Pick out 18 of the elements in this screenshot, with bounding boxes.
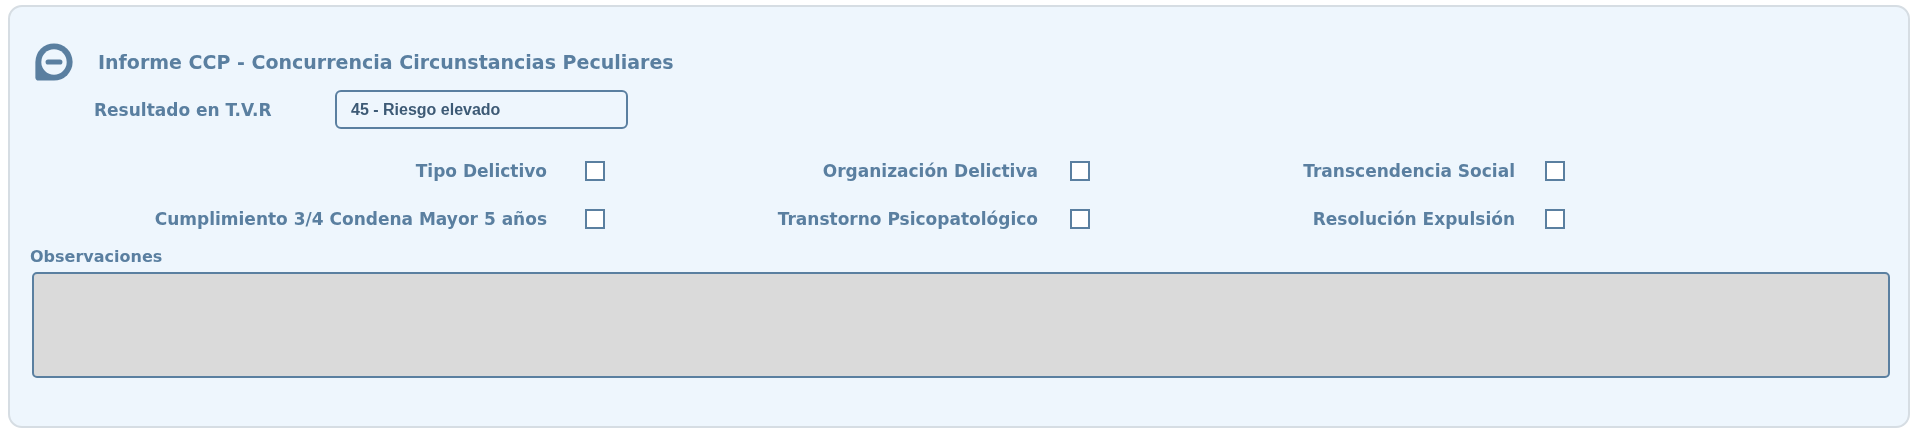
observations-field[interactable] [32,272,1890,378]
checkbox[interactable] [585,161,605,181]
checkbox[interactable] [1070,161,1090,181]
checkbox-label: Resolución Expulsión [1312,209,1515,229]
checkbox-label: Tipo Delictivo [415,161,547,181]
checkbox[interactable] [1545,209,1565,229]
section-title: Informe CCP - Concurrencia Circunstancias Peculiares [98,51,674,73]
checkbox-label: Transcendencia Social [1303,161,1515,181]
checkbox-label: Transtorno Psicopatológico [777,209,1038,229]
observations-label: Observaciones [30,247,164,266]
checkbox-label: Cumplimiento 3/4 Condena Mayor 5 años [154,209,547,229]
field-label: Resultado en T.V.R [94,99,273,120]
result-field[interactable]: 45 - Riesgo elevado [335,90,628,129]
checkbox[interactable] [585,209,605,229]
collapse-icon[interactable] [32,40,76,84]
checkbox-label: Organización Delictiva [822,161,1038,181]
checkbox[interactable] [1070,209,1090,229]
checkbox[interactable] [1545,161,1565,181]
